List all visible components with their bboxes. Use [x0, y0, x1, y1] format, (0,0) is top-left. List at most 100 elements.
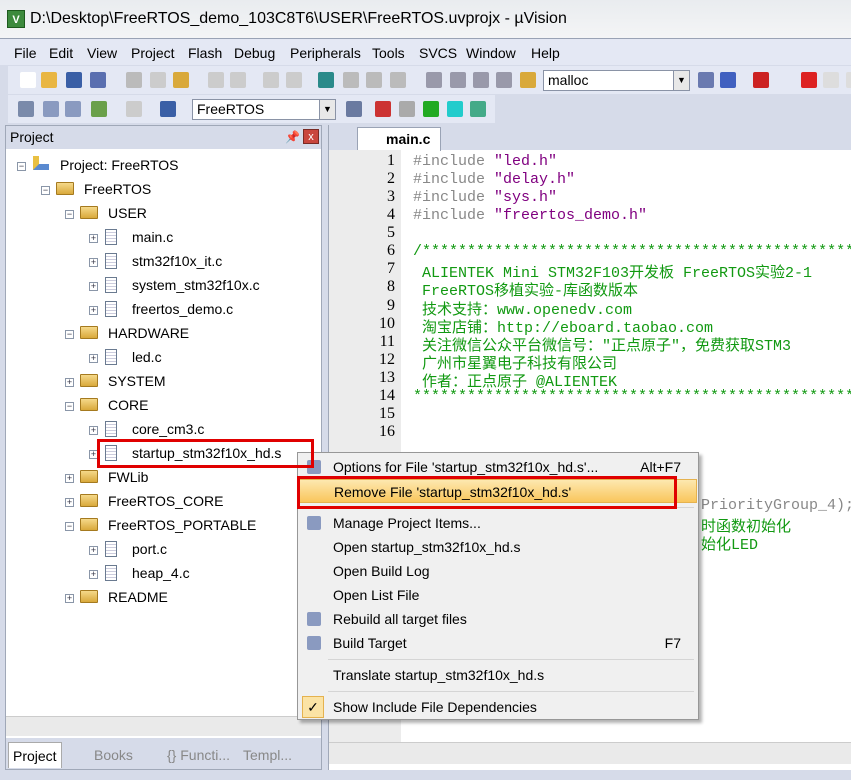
- toolbar-icon[interactable]: [375, 101, 391, 117]
- menu-file[interactable]: File: [14, 45, 37, 61]
- tree-item-folder[interactable]: + FreeRTOS_CORE: [6, 492, 306, 512]
- context-menu-item[interactable]: Rebuild all target files: [299, 607, 697, 631]
- toolbar-icon[interactable]: [753, 72, 769, 88]
- tree-item-folder[interactable]: − FreeRTOS_PORTABLE: [6, 516, 306, 536]
- toolbar-icon[interactable]: [473, 72, 489, 88]
- toolbar-icon[interactable]: [263, 72, 279, 88]
- tree-item-target[interactable]: − FreeRTOS: [6, 180, 306, 200]
- expand-collapse-icon[interactable]: +: [89, 282, 98, 291]
- tree-item-file[interactable]: + core_cm3.c: [6, 420, 306, 440]
- context-menu-item[interactable]: ✓ Show Include File Dependencies: [299, 695, 697, 719]
- toolbar-icon[interactable]: [160, 101, 176, 117]
- project-horizontal-scrollbar[interactable]: [6, 716, 321, 736]
- toolbar-icon[interactable]: [698, 72, 714, 88]
- toolbar-icon[interactable]: [423, 101, 439, 117]
- menu-tools[interactable]: Tools: [372, 45, 405, 61]
- tab-main-c[interactable]: main.c: [357, 127, 441, 151]
- toolbar-icon[interactable]: [18, 101, 34, 117]
- toolbar-icon[interactable]: [150, 72, 166, 88]
- menu-debug[interactable]: Debug: [234, 45, 275, 61]
- expand-collapse-icon[interactable]: −: [65, 522, 74, 531]
- chevron-down-icon[interactable]: ▼: [673, 71, 689, 90]
- tree-item-file[interactable]: + system_stm32f10x.c: [6, 276, 306, 296]
- expand-collapse-icon[interactable]: +: [65, 378, 74, 387]
- tree-item-file[interactable]: + led.c: [6, 348, 306, 368]
- menu-flash[interactable]: Flash: [188, 45, 222, 61]
- tree-item-file[interactable]: + stm32f10x_it.c: [6, 252, 306, 272]
- toolbar-icon[interactable]: [720, 72, 736, 88]
- context-menu-item[interactable]: Manage Project Items...: [299, 511, 697, 535]
- functions-tab[interactable]: {} Functi...: [163, 742, 234, 768]
- books-tab[interactable]: Books: [90, 742, 137, 768]
- expand-collapse-icon[interactable]: −: [65, 210, 74, 219]
- menu-window[interactable]: Window: [466, 45, 516, 61]
- menu-svcs[interactable]: SVCS: [419, 45, 457, 61]
- expand-collapse-icon[interactable]: +: [89, 354, 98, 363]
- chevron-down-icon[interactable]: ▼: [319, 100, 335, 119]
- tree-item-project[interactable]: − Project: FreeRTOS: [6, 156, 306, 176]
- expand-collapse-icon[interactable]: +: [89, 234, 98, 243]
- toolbar-icon[interactable]: [399, 101, 415, 117]
- editor-horizontal-scrollbar[interactable]: [329, 742, 851, 764]
- tree-item-folder[interactable]: − CORE: [6, 396, 306, 416]
- context-menu-item[interactable]: Open Build Log: [299, 559, 697, 583]
- toolbar-icon[interactable]: [286, 72, 302, 88]
- expand-collapse-icon[interactable]: +: [89, 258, 98, 267]
- toolbar-icon[interactable]: [390, 72, 406, 88]
- toolbar-icon[interactable]: [126, 72, 142, 88]
- menu-edit[interactable]: Edit: [49, 45, 73, 61]
- expand-collapse-icon[interactable]: +: [65, 474, 74, 483]
- toolbar-icon[interactable]: [346, 101, 362, 117]
- tree-item-file[interactable]: + heap_4.c: [6, 564, 306, 584]
- expand-collapse-icon[interactable]: +: [65, 594, 74, 603]
- context-menu-item[interactable]: Build Target F7: [299, 631, 697, 655]
- toolbar-icon[interactable]: [343, 72, 359, 88]
- pin-icon[interactable]: 📌: [285, 130, 300, 144]
- expand-collapse-icon[interactable]: +: [89, 546, 98, 555]
- toolbar-icon[interactable]: [366, 72, 382, 88]
- tree-item-folder[interactable]: + README: [6, 588, 306, 608]
- toolbar-icon[interactable]: [66, 72, 82, 88]
- expand-collapse-icon[interactable]: −: [65, 330, 74, 339]
- menu-peripherals[interactable]: Peripherals: [290, 45, 361, 61]
- toolbar-icon[interactable]: [20, 72, 36, 88]
- close-icon[interactable]: x: [303, 129, 319, 144]
- toolbar-icon[interactable]: [823, 72, 839, 88]
- toolbar-icon[interactable]: [447, 101, 463, 117]
- menu-help[interactable]: Help: [531, 45, 560, 61]
- expand-collapse-icon[interactable]: +: [89, 426, 98, 435]
- expand-collapse-icon[interactable]: −: [41, 186, 50, 195]
- expand-collapse-icon[interactable]: −: [65, 402, 74, 411]
- toolbar-icon[interactable]: [496, 72, 512, 88]
- find-combo[interactable]: malloc ▼: [543, 70, 690, 91]
- toolbar-icon[interactable]: [470, 101, 486, 117]
- toolbar-icon[interactable]: [65, 101, 81, 117]
- toolbar-icon[interactable]: [230, 72, 246, 88]
- toolbar-icon[interactable]: [91, 101, 107, 117]
- tree-item-folder[interactable]: + SYSTEM: [6, 372, 306, 392]
- toolbar-icon[interactable]: [208, 72, 224, 88]
- toolbar-icon[interactable]: [450, 72, 466, 88]
- target-select[interactable]: FreeRTOS ▼: [192, 99, 336, 120]
- tree-item-folder[interactable]: − HARDWARE: [6, 324, 306, 344]
- toolbar-icon[interactable]: [41, 72, 57, 88]
- toolbar-icon[interactable]: [90, 72, 106, 88]
- project-tab[interactable]: Project: [8, 742, 62, 768]
- tree-item-file[interactable]: + main.c: [6, 228, 306, 248]
- toolbar-icon[interactable]: [318, 72, 334, 88]
- tree-item-file[interactable]: + freertos_demo.c: [6, 300, 306, 320]
- tree-item-folder[interactable]: − USER: [6, 204, 306, 224]
- context-menu-item[interactable]: Open startup_stm32f10x_hd.s: [299, 535, 697, 559]
- toolbar-icon[interactable]: [126, 101, 142, 117]
- toolbar-icon[interactable]: [43, 101, 59, 117]
- toolbar-icon[interactable]: [846, 72, 851, 88]
- templates-tab[interactable]: Templ...: [239, 742, 296, 768]
- expand-collapse-icon[interactable]: −: [17, 162, 26, 171]
- menu-project[interactable]: Project: [131, 45, 175, 61]
- toolbar-icon[interactable]: [426, 72, 442, 88]
- toolbar-icon[interactable]: [520, 72, 536, 88]
- context-menu-item[interactable]: Translate startup_stm32f10x_hd.s: [299, 663, 697, 687]
- toolbar-icon[interactable]: [801, 72, 817, 88]
- context-menu-item[interactable]: Open List File: [299, 583, 697, 607]
- expand-collapse-icon[interactable]: +: [89, 570, 98, 579]
